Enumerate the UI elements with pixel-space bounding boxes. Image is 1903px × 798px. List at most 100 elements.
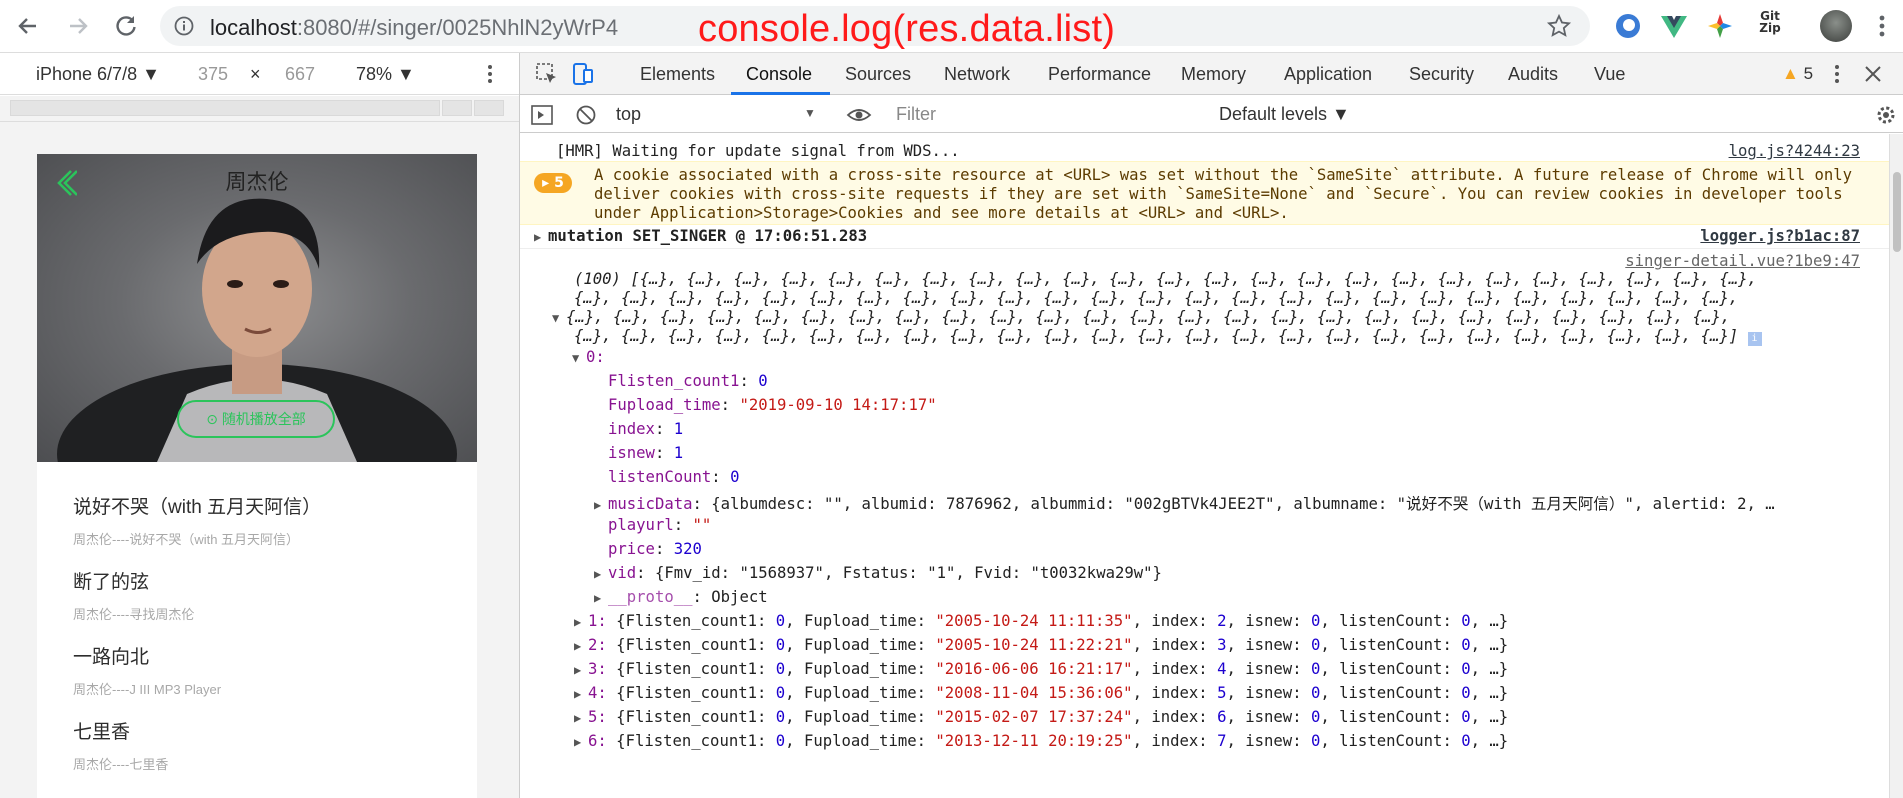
browser-menu-icon[interactable]	[1866, 10, 1898, 42]
bookmark-star-icon[interactable]	[1546, 13, 1572, 39]
warning-counter[interactable]: ▲ 5	[1782, 64, 1813, 84]
tab-memory[interactable]: Memory	[1181, 64, 1246, 85]
phone-viewport: 周杰伦 ⊙ 随机播放全部 说好不哭（with 五月天阿信） 周杰伦----说好不…	[37, 154, 477, 798]
extension-pinwheel-icon[interactable]	[1704, 10, 1736, 42]
mutation-log[interactable]: ▶ mutation SET_SINGER @ 17:06:51.283	[534, 227, 1903, 245]
source-link[interactable]: singer-detail.vue?1be9:47	[1625, 252, 1860, 270]
tab-vue[interactable]: Vue	[1594, 64, 1625, 85]
expand-triangle-icon[interactable]: ▶	[574, 639, 588, 653]
property-row-vid[interactable]: ▶ vid: {Fmv_id: "1568937", Fstatus: "1", …	[594, 564, 1903, 582]
song-item[interactable]: 说好不哭（with 五月天阿信） 周杰伦----说好不哭（with 五月天阿信）	[73, 492, 321, 548]
song-subtitle: 周杰伦----寻找周杰伦	[73, 607, 195, 622]
clear-console-icon[interactable]	[574, 103, 598, 127]
tab-performance[interactable]: Performance	[1048, 64, 1151, 85]
ruler-segment[interactable]	[10, 100, 440, 116]
song-subtitle: 周杰伦----说好不哭（with 五月天阿信）	[73, 532, 300, 547]
context-dropdown-icon[interactable]: ▼	[804, 106, 816, 120]
collapse-triangle-icon[interactable]: ▼	[552, 311, 566, 325]
info-badge-icon[interactable]: i	[1747, 332, 1762, 346]
console-scrollbar[interactable]	[1889, 134, 1903, 798]
singer-name: 周杰伦	[225, 171, 289, 194]
sidebar-toggle-icon[interactable]	[530, 103, 554, 127]
tab-console[interactable]: Console	[746, 64, 812, 85]
reload-icon[interactable]	[112, 12, 140, 40]
device-height[interactable]: 667	[285, 64, 315, 85]
forward-arrow-icon[interactable]	[64, 12, 92, 40]
back-arrow-icon[interactable]	[14, 12, 42, 40]
close-devtools-icon[interactable]	[1860, 61, 1886, 87]
eye-icon[interactable]	[846, 105, 872, 125]
devtools-tabbar: Elements Console Sources Network Perform…	[520, 53, 1903, 95]
expand-triangle-icon[interactable]: ▶	[574, 711, 588, 725]
song-item[interactable]: 断了的弦 周杰伦----寻找周杰伦	[73, 567, 194, 623]
context-select[interactable]: top	[616, 104, 641, 125]
gitzip-icon[interactable]: Git Zip	[1754, 10, 1786, 42]
tab-elements[interactable]: Elements	[640, 64, 715, 85]
vue-devtools-icon[interactable]	[1658, 10, 1690, 42]
media-query-ruler[interactable]	[0, 96, 519, 122]
expand-triangle-icon[interactable]: ▶	[574, 687, 588, 701]
property-row: Flisten_count1: 0	[608, 372, 768, 390]
tab-audits[interactable]: Audits	[1508, 64, 1558, 85]
array-item-row[interactable]: ▶ 2: {Flisten_count1: 0, Fupload_time: "2…	[574, 636, 1903, 654]
info-icon[interactable]	[174, 16, 194, 36]
source-link[interactable]: log.js?4244:23	[1729, 142, 1860, 160]
array-item-row[interactable]: ▶ 6: {Flisten_count1: 0, Fupload_time: "2…	[574, 732, 1903, 750]
tab-application[interactable]: Application	[1284, 64, 1372, 85]
song-title: 断了的弦	[73, 572, 150, 593]
expand-triangle-icon[interactable]: ▶	[594, 498, 608, 512]
array-item-row[interactable]: ▶ 3: {Flisten_count1: 0, Fupload_time: "2…	[574, 660, 1903, 678]
filter-input[interactable]: Filter	[896, 104, 936, 125]
source-link[interactable]: logger.js?b1ac:87	[1700, 227, 1860, 245]
property-row-musicdata[interactable]: ▶ musicData: {albumdesc: "", albumid: 787…	[594, 492, 1884, 514]
red-annotation: console.log(res.data.list)	[698, 8, 1116, 50]
random-play-button[interactable]: ⊙ 随机播放全部	[177, 400, 335, 438]
song-title: 七里香	[73, 722, 131, 743]
array-item-row[interactable]: ▶ 1: {Flisten_count1: 0, Fupload_time: "2…	[574, 612, 1903, 630]
console-settings-gear-icon[interactable]	[1874, 103, 1898, 127]
property-row: price: 320	[608, 540, 702, 558]
expand-triangle-icon[interactable]: ▶	[594, 591, 608, 605]
devtools-panel: Elements Console Sources Network Perform…	[519, 53, 1903, 798]
ruler-segment[interactable]	[474, 100, 504, 116]
active-tab-indicator	[731, 92, 830, 95]
profile-avatar[interactable]	[1820, 10, 1852, 42]
expand-triangle-icon[interactable]: ▶	[574, 615, 588, 629]
console-warning: ▸ 5 A cookie associated with a cross-sit…	[520, 161, 1890, 225]
log-levels-select[interactable]: Default levels ▼	[1219, 104, 1350, 125]
expand-triangle-icon[interactable]: ▶	[534, 230, 548, 244]
devtools-menu-icon[interactable]	[1824, 61, 1850, 87]
array-item-row[interactable]: ▶ 4: {Flisten_count1: 0, Fupload_time: "2…	[574, 684, 1903, 702]
device-width[interactable]: 375	[198, 64, 228, 85]
scrollbar-thumb[interactable]	[1893, 172, 1901, 252]
extension-edge-icon[interactable]	[1612, 10, 1644, 42]
inspect-element-icon[interactable]	[534, 61, 560, 87]
expand-triangle-icon[interactable]: ▶	[574, 663, 588, 677]
array-preview-line: {…}, {…}, {…}, {…}, {…}, {…}, {…}, {…}, …	[574, 289, 1739, 307]
collapse-triangle-icon[interactable]: ▼	[572, 351, 586, 365]
song-title: 一路向北	[73, 647, 150, 668]
array-item-0[interactable]: ▼ 0:	[572, 348, 1903, 366]
expand-triangle-icon[interactable]: ▶	[594, 567, 608, 581]
property-row: Fupload_time: "2019-09-10 14:17:17"	[608, 396, 937, 414]
warning-count-badge[interactable]: ▸ 5	[534, 173, 572, 193]
url-text: localhost:8080/#/singer/0025NhlN2yWrP4	[210, 15, 619, 40]
array-item-row[interactable]: ▶ 5: {Flisten_count1: 0, Fupload_time: "2…	[574, 708, 1903, 726]
property-row-proto[interactable]: ▶ __proto__: Object	[594, 588, 1903, 606]
song-item[interactable]: 一路向北 周杰伦----J III MP3 Player	[73, 642, 221, 698]
ruler-segment[interactable]	[442, 100, 472, 116]
zoom-select[interactable]: 78% ▼	[356, 64, 415, 85]
tab-network[interactable]: Network	[944, 64, 1010, 85]
device-toggle-icon[interactable]	[570, 61, 596, 87]
expand-triangle-icon[interactable]: ▶	[574, 735, 588, 749]
array-preview-line[interactable]: ▼ {…}, {…}, {…}, {…}, {…}, {…}, {…}, {…},…	[552, 308, 1903, 326]
property-row: listenCount: 0	[608, 468, 740, 486]
song-item[interactable]: 七里香 周杰伦----七里香	[73, 717, 168, 773]
device-select[interactable]: iPhone 6/7/8 ▼	[36, 64, 160, 85]
tab-sources[interactable]: Sources	[845, 64, 911, 85]
tab-security[interactable]: Security	[1409, 64, 1474, 85]
console-log-hmr: [HMR] Waiting for update signal from WDS…	[556, 142, 960, 160]
console-toolbar: top ▼ Filter Default levels ▼	[520, 96, 1903, 133]
device-menu-icon[interactable]	[480, 62, 500, 86]
property-row: index: 1	[608, 420, 684, 438]
